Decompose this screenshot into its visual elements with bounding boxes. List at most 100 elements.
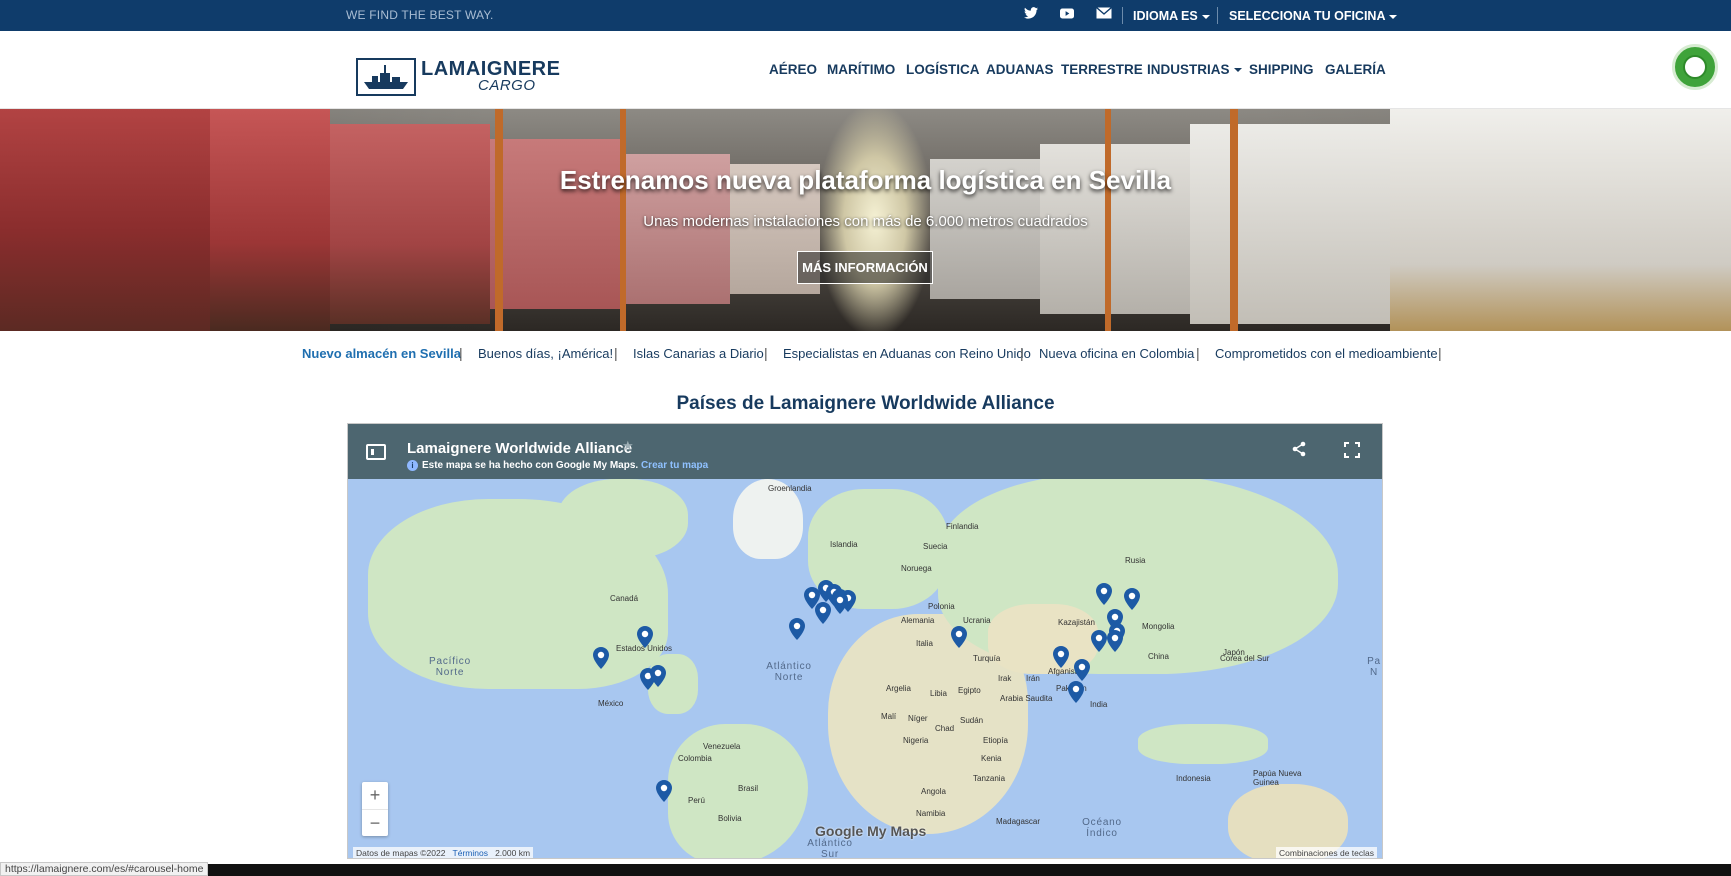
location-pin-icon[interactable] [832,592,848,614]
map-label: Nigeria [903,736,929,745]
divider [1122,7,1123,24]
more-info-button[interactable]: MÁS INFORMACIÓN [797,251,933,284]
carousel-link-canarias[interactable]: Islas Canarias a Diario [633,346,764,361]
nav-galeria[interactable]: GALERÍA [1325,62,1386,77]
nav-industrias[interactable]: INDUSTRIAS [1147,62,1242,77]
zoom-out-button[interactable]: − [362,809,388,836]
info-icon: i [407,460,418,471]
nav-aereo[interactable]: AÉREO [769,62,817,77]
eco-badge-icon[interactable] [1672,44,1718,90]
map-label: Corea del Sur [1220,654,1270,663]
location-pin-icon[interactable] [1096,583,1112,605]
star-icon[interactable]: ★ [622,438,634,454]
location-pin-icon[interactable] [593,647,609,669]
office-label: SELECCIONA TU OFICINA [1229,9,1386,23]
map-label: Kenia [981,754,1002,763]
location-pin-icon[interactable] [1107,630,1123,652]
map-label: Malí [881,712,897,721]
map-label: Bolivia [718,814,742,823]
chevron-down-icon [1389,14,1398,19]
location-pin-icon[interactable] [1091,630,1107,652]
carousel-link-sevilla[interactable]: Nuevo almacén en Sevilla [302,346,461,361]
map-label: Etiopía [983,736,1008,745]
divider [1217,7,1218,24]
map-header: Lamaignere Worldwide Alliance ★ i Este ma… [348,424,1382,479]
hero-banner: Estrenamos nueva plataforma logística en… [0,109,1731,331]
email-icon[interactable] [1095,6,1113,24]
google-my-maps-logo: Google My Maps [815,823,927,839]
map-label: Kazajistán [1058,618,1095,627]
location-pin-icon[interactable] [650,665,666,687]
share-icon[interactable] [1291,441,1307,462]
divider: | [1020,345,1024,361]
nav-maritimo[interactable]: MARÍTIMO [827,62,895,77]
location-pin-icon[interactable] [637,626,653,648]
map-label: Madagascar [996,817,1041,826]
map-label: India [1090,700,1108,709]
map-label: Suecia [923,542,948,551]
ocean-label: Pacífico Norte [429,656,471,678]
logo-subname[interactable]: CARGO [478,77,536,94]
create-map-link[interactable]: Crear tu mapa [641,460,708,471]
map-label: Canadá [610,594,639,603]
map-label: Irán [1026,674,1040,683]
map-label: Tanzania [973,774,1006,783]
map-label: Islandia [830,540,858,549]
map-label: Alemania [901,616,935,625]
location-pin-icon[interactable] [1068,681,1084,703]
map-attribution: Datos de mapas ©2022 Términos 2.000 km [353,847,534,858]
nav-industrias-label: INDUSTRIAS [1147,62,1230,77]
zoom-in-button[interactable]: + [362,782,388,809]
browser-status-bar: https://lamaignere.com/es/#carousel-home [0,862,209,876]
logo-ship-icon[interactable] [356,58,416,96]
office-dropdown[interactable]: SELECCIONA TU OFICINA [1229,9,1398,23]
main-header: LAMAIGNERE CARGO AÉREO MARÍTIMO LOGÍSTIC… [0,31,1731,109]
map-label: Groenlandia [768,484,812,493]
map-data-text: Datos de mapas ©2022 [356,848,446,858]
location-pin-icon[interactable] [1074,659,1090,681]
map-info: i Este mapa se ha hecho con Google My Map… [407,460,708,471]
map-label: Egipto [958,686,981,695]
nav-logistica[interactable]: LOGÍSTICA [906,62,980,77]
nav-shipping[interactable]: SHIPPING [1249,62,1314,77]
location-pin-icon[interactable] [815,602,831,624]
map-legend-toggle-icon[interactable] [366,444,386,460]
map-label: Angola [921,787,946,796]
hero-subtitle: Unas modernas instalaciones con más de 6… [643,213,1088,230]
map-label: Níger [908,714,928,723]
carousel-link-medioambiente[interactable]: Comprometidos con el medioambiente [1215,346,1438,361]
terms-link[interactable]: Términos [453,848,488,858]
ocean-label: Atlántico Norte [766,661,812,683]
twitter-icon[interactable] [1022,6,1040,24]
fullscreen-icon[interactable] [1344,442,1360,458]
location-pin-icon[interactable] [1053,646,1069,668]
nav-terrestre[interactable]: TERRESTRE [1061,62,1143,77]
chevron-down-icon [1233,68,1242,73]
zoom-control: + − [362,782,388,836]
chevron-down-icon [1201,14,1210,19]
location-pin-icon[interactable] [789,618,805,640]
carousel-link-colombia[interactable]: Nueva oficina en Colombia [1039,346,1194,361]
map-label: Arabia Saudita [1000,694,1053,703]
youtube-icon[interactable] [1058,6,1076,24]
indonesia-land [1138,724,1268,764]
nav-aduanas[interactable]: ADUANAS [986,62,1054,77]
map-label: Venezuela [703,742,741,751]
map-label: Argelia [886,684,911,693]
divider: | [1196,345,1200,361]
ocean-label: Pa N [1367,656,1381,678]
language-dropdown[interactable]: ES [1181,9,1210,23]
location-pin-icon[interactable] [656,780,672,802]
world-map[interactable]: Lamaignere Worldwide Alliance ★ i Este ma… [347,423,1383,859]
map-label: Indonesia [1176,774,1211,783]
map-label: Namibia [916,809,946,818]
location-pin-icon[interactable] [951,626,967,648]
map-label: Irak [998,674,1012,683]
keyboard-shortcuts-link[interactable]: Combinaciones de teclas [1276,847,1377,858]
carousel-link-aduanas[interactable]: Especialistas en Aduanas con Reino Unido [783,346,1031,361]
map-label: Chad [935,724,955,733]
location-pin-icon[interactable] [1124,588,1140,610]
map-label: Colombia [678,754,712,763]
divider: | [459,345,463,361]
carousel-link-america[interactable]: Buenos días, ¡América! [478,346,613,361]
